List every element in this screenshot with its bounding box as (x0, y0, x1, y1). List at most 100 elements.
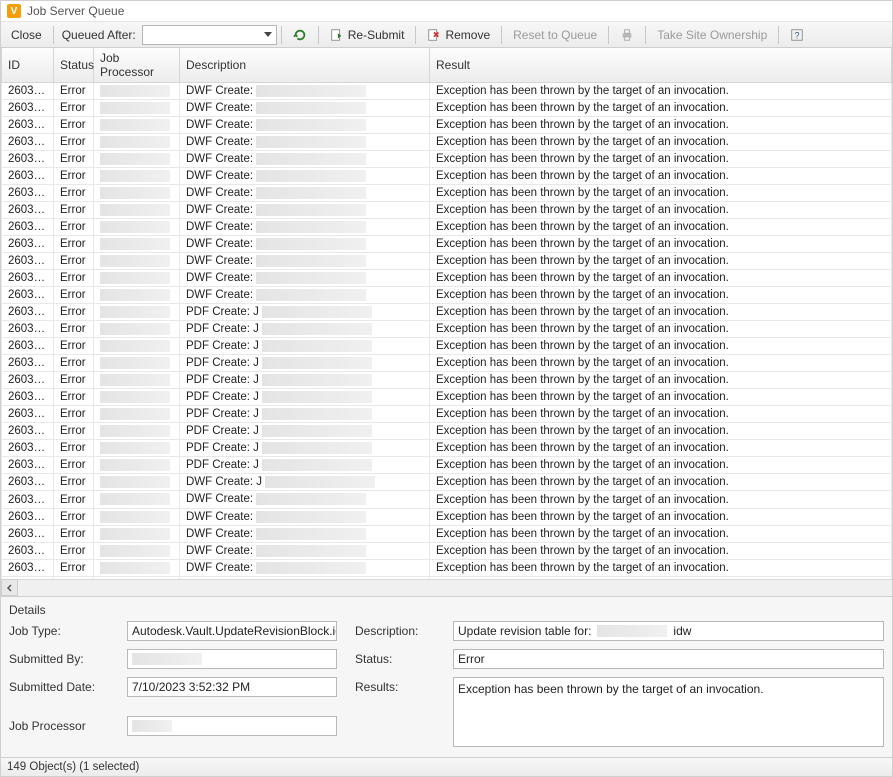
col-header-id[interactable]: ID (2, 48, 54, 83)
table-row[interactable]: 2603431ErrorPDF Create: J Exception has … (2, 355, 892, 372)
chevron-down-icon (264, 32, 272, 37)
cell-status: Error (54, 116, 94, 133)
cell-description: DWF Create: J (180, 474, 430, 491)
table-row[interactable]: 2603406ErrorDWF Create: Exception has be… (2, 287, 892, 304)
table-row[interactable]: 2603396ErrorDWF Create: Exception has be… (2, 167, 892, 184)
remove-icon (427, 28, 441, 42)
redacted-text (100, 357, 170, 369)
job-grid[interactable]: ID Status Job Processor Description Resu… (1, 48, 892, 579)
redacted-text (256, 102, 366, 114)
col-header-description[interactable]: Description (180, 48, 430, 83)
table-row[interactable]: 2603469ErrorDWF Create: Exception has be… (2, 576, 892, 578)
table-row[interactable]: 2603399ErrorDWF Create: Exception has be… (2, 201, 892, 218)
cell-result: Exception has been thrown by the target … (430, 491, 892, 508)
cell-result: Exception has been thrown by the target … (430, 389, 892, 406)
redacted-text (262, 306, 372, 318)
cell-description: DWF Create: (180, 82, 430, 99)
table-row[interactable]: 2603391ErrorDWF Create: Exception has be… (2, 99, 892, 116)
cell-status: Error (54, 508, 94, 525)
table-row[interactable]: 2603455ErrorDWF Create: Exception has be… (2, 508, 892, 525)
table-row[interactable]: 2603454ErrorDWF Create: Exception has be… (2, 491, 892, 508)
table-row[interactable]: 2603451ErrorDWF Create: J Exception has … (2, 474, 892, 491)
scroll-left-icon[interactable] (1, 579, 18, 596)
queued-after-dropdown[interactable] (142, 25, 277, 45)
redacted-text (262, 425, 372, 437)
redacted-text (256, 221, 366, 233)
table-row[interactable]: 2603449ErrorPDF Create: J Exception has … (2, 457, 892, 474)
cell-id: 2603449 (2, 457, 54, 474)
redacted-text (100, 528, 170, 540)
toolbar-separator (608, 26, 609, 44)
cell-job-processor (94, 355, 180, 372)
col-header-result[interactable]: Result (430, 48, 892, 83)
horizontal-scrollbar[interactable] (1, 579, 892, 596)
cell-id: 2603458 (2, 559, 54, 576)
table-row[interactable]: 2603434ErrorPDF Create: J Exception has … (2, 372, 892, 389)
cell-result: Exception has been thrown by the target … (430, 116, 892, 133)
cell-description: DWF Create: (180, 99, 430, 116)
table-row[interactable]: 2603390ErrorDWF Create: Exception has be… (2, 82, 892, 99)
help-button[interactable]: ? (783, 25, 811, 45)
redacted-text (597, 625, 667, 637)
table-row[interactable]: 2603456ErrorDWF Create: Exception has be… (2, 525, 892, 542)
field-status[interactable]: Error (453, 649, 884, 669)
table-row[interactable]: 2603394ErrorDWF Create: Exception has be… (2, 133, 892, 150)
take-site-ownership-button[interactable]: Take Site Ownership (650, 25, 774, 45)
table-row[interactable]: 2603437ErrorPDF Create: J Exception has … (2, 389, 892, 406)
table-row[interactable]: 2603444ErrorPDF Create: J Exception has … (2, 423, 892, 440)
close-button[interactable]: Close (4, 25, 49, 45)
field-results[interactable]: Exception has been thrown by the target … (453, 677, 884, 747)
table-row[interactable]: 2603430ErrorPDF Create: J Exception has … (2, 338, 892, 355)
cell-status: Error (54, 150, 94, 167)
field-submitted-by[interactable] (127, 649, 337, 669)
resubmit-button[interactable]: Re-Submit (323, 25, 412, 45)
table-row[interactable]: 2603401ErrorDWF Create: Exception has be… (2, 218, 892, 235)
redacted-text (100, 425, 170, 437)
cell-description: DWF Create: (180, 150, 430, 167)
redacted-text (100, 374, 170, 386)
field-job-type[interactable]: Autodesk.Vault.UpdateRevisionBlock.idw (127, 621, 337, 641)
cell-result: Exception has been thrown by the target … (430, 150, 892, 167)
cell-result: Exception has been thrown by the target … (430, 133, 892, 150)
redacted-text (265, 476, 375, 488)
print-button[interactable] (613, 25, 641, 45)
table-row[interactable]: 2603402ErrorDWF Create: Exception has be… (2, 236, 892, 253)
cell-result: Exception has been thrown by the target … (430, 304, 892, 321)
table-row[interactable]: 2603423ErrorPDF Create: J Exception has … (2, 304, 892, 321)
redacted-text (256, 562, 366, 574)
cell-id: 2603397 (2, 184, 54, 201)
cell-status: Error (54, 184, 94, 201)
refresh-button[interactable] (286, 25, 314, 45)
field-job-processor[interactable] (127, 716, 337, 736)
table-row[interactable]: 2603425ErrorPDF Create: J Exception has … (2, 321, 892, 338)
cell-id: 2603431 (2, 355, 54, 372)
reset-to-queue-button[interactable]: Reset to Queue (506, 25, 604, 45)
field-submitted-date[interactable]: 7/10/2023 3:52:32 PM (127, 677, 337, 697)
table-row[interactable]: 2603447ErrorPDF Create: J Exception has … (2, 440, 892, 457)
field-description[interactable]: Update revision table for: idw (453, 621, 884, 641)
cell-status: Error (54, 304, 94, 321)
table-row[interactable]: 2603458ErrorDWF Create: Exception has be… (2, 559, 892, 576)
table-row[interactable]: 2603392ErrorDWF Create: Exception has be… (2, 116, 892, 133)
cell-status: Error (54, 440, 94, 457)
cell-result: Exception has been thrown by the target … (430, 99, 892, 116)
redacted-text (132, 720, 172, 732)
redacted-text (100, 545, 170, 557)
cell-job-processor (94, 236, 180, 253)
table-row[interactable]: 2603457ErrorDWF Create: Exception has be… (2, 542, 892, 559)
cell-result: Exception has been thrown by the target … (430, 406, 892, 423)
cell-description: DWF Create: (180, 167, 430, 184)
table-row[interactable]: 2603404ErrorDWF Create: Exception has be… (2, 253, 892, 270)
col-header-job-processor[interactable]: Job Processor (94, 48, 180, 83)
col-header-status[interactable]: Status (54, 48, 94, 83)
table-row[interactable]: 2603405ErrorDWF Create: Exception has be… (2, 270, 892, 287)
redacted-text (256, 255, 366, 267)
remove-button[interactable]: Remove (420, 25, 497, 45)
cell-result: Exception has been thrown by the target … (430, 236, 892, 253)
table-row[interactable]: 2603441ErrorPDF Create: J Exception has … (2, 406, 892, 423)
titlebar: V Job Server Queue (1, 1, 892, 22)
cell-description: DWF Create: (180, 184, 430, 201)
cell-job-processor (94, 218, 180, 235)
table-row[interactable]: 2603395ErrorDWF Create: Exception has be… (2, 150, 892, 167)
table-row[interactable]: 2603397ErrorDWF Create: Exception has be… (2, 184, 892, 201)
